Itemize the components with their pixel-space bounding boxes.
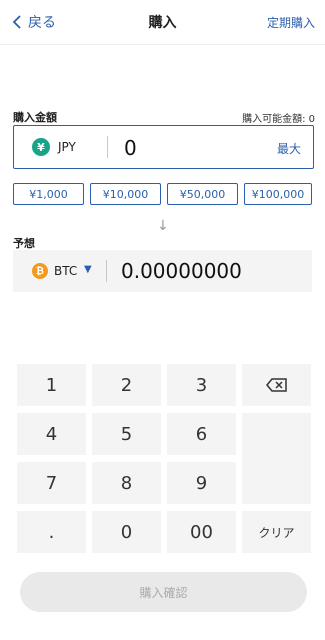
- quick-amount-10000[interactable]: ¥10,000: [90, 183, 161, 205]
- field-divider: [106, 260, 107, 282]
- forecast-label: 予想: [13, 237, 35, 250]
- quick-amount-100000[interactable]: ¥100,000: [244, 183, 312, 205]
- amount-input[interactable]: [122, 135, 246, 161]
- available-amount: 購入可能金額: 0: [242, 114, 315, 125]
- key-dot[interactable]: .: [17, 511, 86, 553]
- key-00[interactable]: 00: [167, 511, 236, 553]
- arrow-down-icon: ↓: [157, 218, 169, 234]
- field-divider: [107, 136, 108, 158]
- top-bar: 戻る 購入 定期購入: [0, 0, 325, 45]
- backspace-icon: [265, 378, 287, 392]
- forecast-field: ₿ BTC ▼ 0.00000000: [13, 250, 312, 292]
- recurring-purchase-link[interactable]: 定期購入: [267, 14, 315, 31]
- clear-key[interactable]: クリア: [242, 511, 311, 553]
- caret-down-icon[interactable]: ▼: [84, 264, 92, 275]
- key-2[interactable]: 2: [92, 364, 161, 406]
- key-5[interactable]: 5: [92, 413, 161, 455]
- quick-amount-1000[interactable]: ¥1,000: [13, 183, 84, 205]
- key-6[interactable]: 6: [167, 413, 236, 455]
- max-button[interactable]: 最大: [277, 140, 301, 157]
- forecast-value: 0.00000000: [121, 259, 242, 283]
- key-4[interactable]: 4: [17, 413, 86, 455]
- blank-key: [242, 413, 311, 504]
- quick-amount-50000[interactable]: ¥50,000: [167, 183, 238, 205]
- crypto-currency-label[interactable]: BTC: [54, 264, 77, 278]
- amount-field[interactable]: ¥ JPY 最大: [13, 125, 314, 169]
- btc-coin-icon: ₿: [32, 263, 48, 279]
- key-3[interactable]: 3: [167, 364, 236, 406]
- key-1[interactable]: 1: [17, 364, 86, 406]
- currency-label: JPY: [58, 140, 76, 154]
- key-9[interactable]: 9: [167, 462, 236, 504]
- key-8[interactable]: 8: [92, 462, 161, 504]
- key-0[interactable]: 0: [92, 511, 161, 553]
- key-7[interactable]: 7: [17, 462, 86, 504]
- yen-coin-icon: ¥: [32, 138, 50, 156]
- backspace-key[interactable]: [242, 364, 311, 406]
- purchase-confirm-button[interactable]: 購入確認: [20, 572, 307, 612]
- purchase-amount-label: 購入金額: [13, 111, 57, 124]
